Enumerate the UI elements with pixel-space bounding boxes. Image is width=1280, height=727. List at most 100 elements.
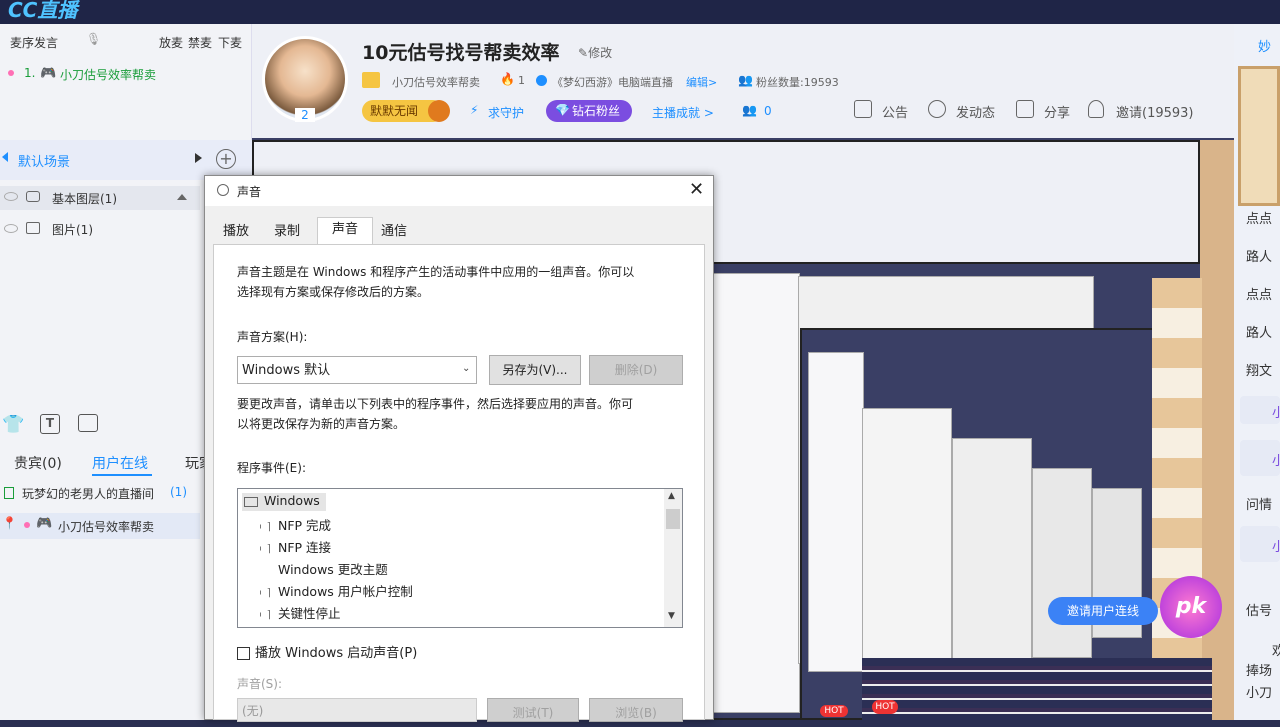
list-item[interactable]: 关键性停止	[260, 603, 341, 622]
edit-title-button[interactable]: ✎修改	[578, 44, 612, 61]
post-button[interactable]: 发动态	[956, 102, 995, 121]
dialog-title: 声音	[237, 185, 262, 199]
tab-playback[interactable]: 播放	[213, 220, 259, 244]
speaker-icon	[217, 184, 229, 196]
right-tab[interactable]: 妙	[1258, 36, 1271, 55]
scene-name[interactable]: 默认场景	[18, 151, 70, 170]
text-icon[interactable]: T	[40, 414, 60, 434]
shirt-icon[interactable]: 👕	[2, 414, 24, 435]
invite-icon[interactable]	[1088, 100, 1104, 118]
cc-logo: CC直播	[8, 0, 78, 22]
dialog-titlebar[interactable]	[205, 176, 713, 206]
list-item[interactable]: NFP 连接	[260, 537, 331, 556]
tab-vip[interactable]: 贵宾(0)	[14, 453, 62, 473]
startup-sound-label: 播放 Windows 启动声音(P)	[255, 646, 418, 661]
chat-line: 估号	[1246, 604, 1273, 619]
eye-icon[interactable]	[4, 192, 18, 201]
notice-button[interactable]: 公告	[882, 102, 908, 121]
program-events-list[interactable]: Windows NFP 完成 NFP 连接 Windows 更改主题 Windo…	[237, 488, 683, 628]
tab-communications[interactable]: 通信	[373, 220, 415, 244]
chat-line: 小	[1272, 540, 1280, 555]
mirror-scroll-strip	[1152, 278, 1202, 718]
invite-link-button[interactable]: 邀请用户连线	[1048, 597, 1158, 625]
edit-game-link[interactable]: 编辑>	[686, 74, 717, 90]
scroll-down-icon[interactable]: ▼	[668, 611, 675, 621]
achievement-link[interactable]: 主播成就 >	[652, 104, 714, 121]
list-item[interactable]: Windows 用户帐户控制	[260, 581, 413, 600]
chat-line: 小	[1272, 454, 1280, 469]
window-icon	[244, 497, 258, 507]
list-item[interactable]: NFP 完成	[260, 515, 331, 534]
mirror-dialog	[808, 352, 864, 672]
event-label: 关键性停止	[278, 606, 341, 621]
eye-icon[interactable]	[4, 224, 18, 233]
mic-list-user[interactable]: 小刀估号效率帮卖	[60, 66, 156, 83]
tab-players[interactable]: 玩家	[185, 453, 205, 473]
scene-prev-icon[interactable]	[2, 152, 8, 162]
scroll-up-icon[interactable]: ▲	[668, 491, 675, 501]
post-icon[interactable]	[928, 100, 946, 118]
mirror-dialog	[952, 438, 1032, 668]
hot-badge: HOT	[872, 700, 898, 714]
chat-line: 翔文	[1246, 364, 1273, 379]
list-item[interactable]: Windows	[264, 493, 320, 508]
speaker-icon	[260, 543, 270, 554]
mic-icon[interactable]: 🎙	[86, 32, 101, 48]
status-dot	[24, 522, 30, 528]
scheme-value: Windows 默认	[242, 363, 331, 378]
tab-recording[interactable]: 录制	[263, 220, 311, 244]
chat-line: 小	[1272, 406, 1280, 421]
drop-mic-button[interactable]: 下麦	[218, 34, 242, 51]
game-name: 《梦幻西游》电脑端直播	[552, 76, 673, 89]
ban-mic-button[interactable]: 禁麦	[188, 34, 212, 51]
room-name[interactable]: 玩梦幻的老男人的直播间	[22, 485, 154, 502]
guard-icon: ⚡	[470, 103, 479, 117]
speaker-icon	[260, 609, 270, 620]
online-user[interactable]: 小刀估号效率帮卖	[58, 518, 154, 535]
add-scene-icon[interactable]: +	[216, 149, 236, 169]
startup-sound-checkbox[interactable]	[237, 647, 250, 660]
event-label: NFP 连接	[278, 540, 332, 555]
test-button[interactable]: 测试(T)	[487, 698, 579, 722]
layer-up-icon[interactable]	[177, 194, 187, 200]
instruction-line-2: 以将更改保存为新的声音方案。	[237, 417, 406, 431]
invite-button[interactable]: 邀请(19593)	[1116, 102, 1194, 121]
tab-sounds[interactable]: 声音	[317, 217, 373, 245]
browse-button[interactable]: 浏览(B)	[589, 698, 683, 722]
sound-select[interactable]: (无)	[237, 698, 477, 722]
share-button[interactable]: 分享	[1044, 102, 1070, 121]
anchor-name: 小刀估号效率帮卖	[392, 76, 480, 89]
chat-line: 欢	[1272, 644, 1280, 659]
guard-button[interactable]: 求守护	[488, 104, 524, 121]
fire-count: 1	[518, 74, 525, 87]
instruction-line-1: 要更改声音，请单击以下列表中的程序事件，然后选择要应用的声音。你可	[237, 397, 634, 411]
share-icon[interactable]	[1016, 100, 1034, 118]
share-count: 0	[764, 104, 772, 118]
sound-label: 声音(S):	[237, 677, 283, 691]
list-item[interactable]: Windows 更改主题	[278, 559, 388, 578]
layer-basic[interactable]: 基本图层(1)	[52, 190, 117, 207]
play-icon	[4, 487, 14, 499]
room-count: (1)	[170, 485, 187, 499]
picture-icon[interactable]	[78, 414, 98, 432]
close-icon[interactable]: ✕	[689, 179, 704, 200]
release-mic-button[interactable]: 放麦	[159, 34, 183, 51]
notice-icon[interactable]	[854, 100, 872, 118]
fans-icon: 👥	[738, 73, 753, 87]
description-line-1: 声音主题是在 Windows 和程序产生的活动事件中应用的一组声音。你可以	[237, 265, 635, 279]
chat-line: 路人	[1246, 326, 1273, 341]
scroll-thumb[interactable]	[666, 509, 680, 529]
delete-button[interactable]: 删除(D)	[589, 355, 683, 385]
layer-image[interactable]: 图片(1)	[52, 221, 93, 238]
speaker-icon	[260, 587, 270, 598]
image-icon	[26, 222, 40, 234]
save-as-button[interactable]: 另存为(V)...	[489, 355, 581, 385]
mic-order-label[interactable]: 麦序发言	[10, 34, 58, 51]
tab-online-users[interactable]: 用户在线	[92, 453, 148, 473]
pk-button[interactable]: pk	[1160, 576, 1222, 638]
gamepad-icon: 🎮	[36, 516, 53, 531]
scheme-select[interactable]: Windows 默认 ⌄	[237, 356, 477, 384]
chat-line: 路人	[1246, 250, 1273, 265]
layer-icon	[26, 191, 40, 202]
scene-next-icon[interactable]	[195, 153, 202, 163]
